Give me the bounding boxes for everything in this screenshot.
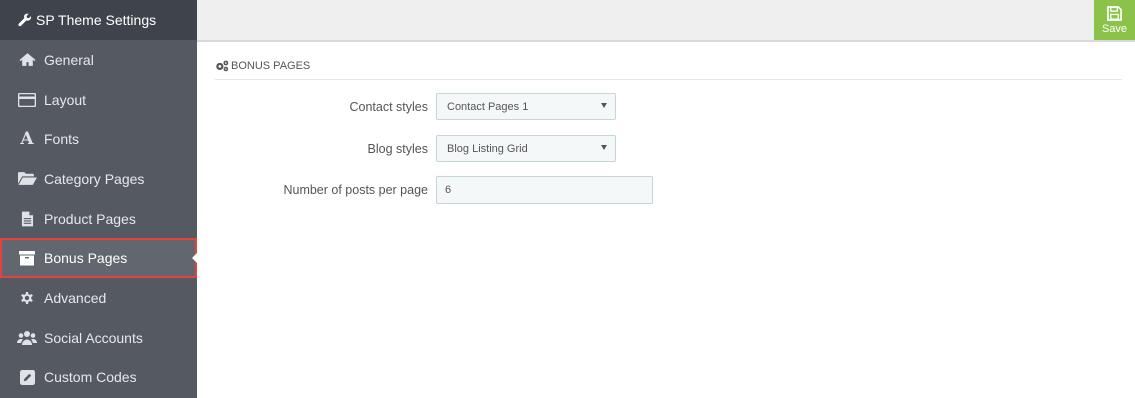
top-toolbar: Save	[197, 0, 1135, 42]
panel-heading: BONUS PAGES	[215, 52, 1122, 80]
cogs-icon	[215, 60, 229, 72]
app-title: SP Theme Settings	[36, 12, 157, 28]
sidebar-item-category-pages[interactable]: Category Pages	[0, 159, 197, 199]
archive-icon	[17, 249, 37, 267]
sidebar-item-label: Fonts	[44, 131, 80, 148]
wrench-icon	[18, 13, 32, 27]
sidebar-item-label: Bonus Pages	[44, 250, 128, 267]
sidebar-header: SP Theme Settings	[0, 0, 197, 40]
contact-styles-label: Contact styles	[349, 99, 428, 114]
posts-per-page-input[interactable]	[436, 176, 653, 204]
sidebar-nav: General Layout A Fonts Category Pages Pr…	[0, 40, 197, 397]
save-icon	[1107, 5, 1122, 21]
blog-styles-select[interactable]: Blog Listing Grid	[436, 135, 616, 162]
panel-title: BONUS PAGES	[231, 59, 311, 72]
bonus-pages-panel: BONUS PAGES Contact styles Contact Pages…	[215, 52, 1122, 204]
save-button[interactable]: Save	[1094, 0, 1135, 40]
sidebar-item-product-pages[interactable]: Product Pages	[0, 199, 197, 239]
sidebar-item-label: General	[44, 51, 94, 68]
sidebar-item-label: Product Pages	[44, 210, 136, 227]
caret-down-icon	[601, 103, 607, 108]
sidebar-item-label: Social Accounts	[44, 329, 143, 346]
sidebar: SP Theme Settings General Layout A Fonts…	[0, 0, 197, 398]
sidebar-item-fonts[interactable]: A Fonts	[0, 119, 197, 159]
sidebar-item-general[interactable]: General	[0, 40, 197, 80]
sidebar-item-label: Category Pages	[44, 170, 145, 187]
caret-down-icon	[601, 145, 607, 150]
contact-styles-row: Contact styles Contact Pages 1	[215, 93, 616, 120]
sidebar-item-layout[interactable]: Layout	[0, 80, 197, 120]
posts-per-page-label: Number of posts per page	[283, 183, 428, 197]
home-icon	[17, 51, 37, 69]
sidebar-item-custom-codes[interactable]: Custom Codes	[0, 358, 197, 398]
blog-styles-value: Blog Listing Grid	[447, 142, 528, 155]
folder-open-icon	[17, 170, 37, 188]
contact-styles-select[interactable]: Contact Pages 1	[436, 93, 616, 120]
posts-per-page-row: Number of posts per page	[215, 176, 653, 204]
sidebar-item-label: Advanced	[44, 289, 107, 306]
gear-icon	[17, 289, 37, 307]
save-label: Save	[1101, 22, 1128, 35]
sidebar-item-label: Layout	[44, 91, 87, 108]
blog-styles-row: Blog styles Blog Listing Grid	[215, 135, 616, 162]
font-icon: A	[20, 129, 34, 150]
pencil-square-icon	[17, 368, 37, 386]
sidebar-item-social-accounts[interactable]: Social Accounts	[0, 318, 197, 358]
blog-styles-label: Blog styles	[367, 141, 428, 156]
file-text-icon	[17, 210, 37, 228]
sidebar-item-bonus-pages[interactable]: Bonus Pages	[0, 238, 197, 279]
credit-card-icon	[17, 91, 37, 109]
sidebar-item-label: Custom Codes	[44, 369, 137, 386]
users-icon	[17, 329, 37, 347]
sidebar-item-advanced[interactable]: Advanced	[0, 278, 197, 318]
contact-styles-value: Contact Pages 1	[447, 100, 529, 113]
